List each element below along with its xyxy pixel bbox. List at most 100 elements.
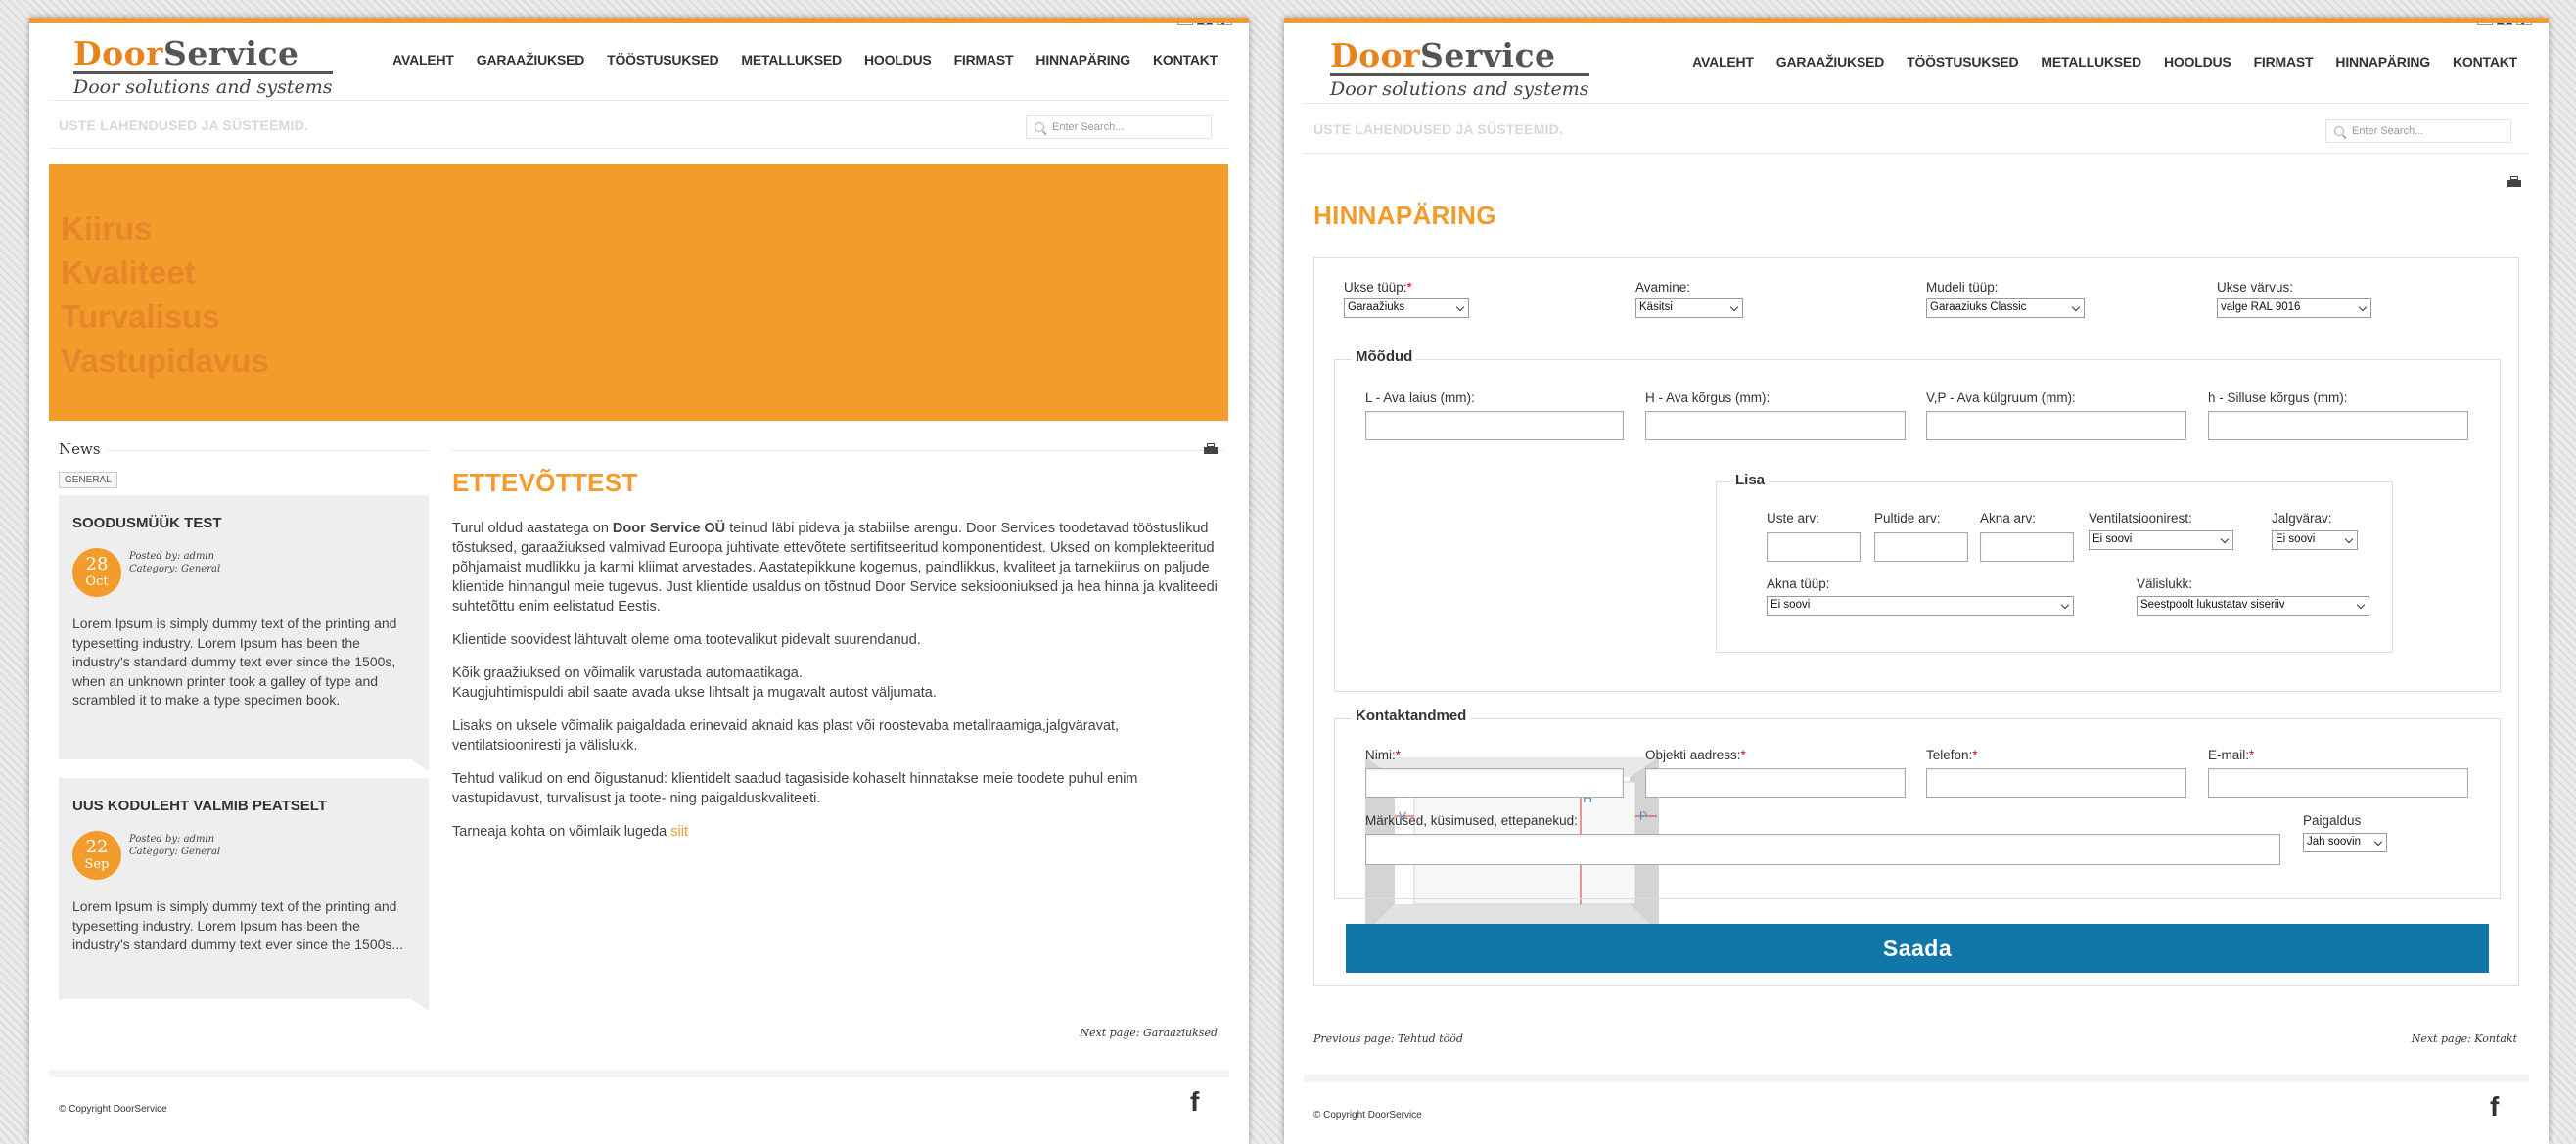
article-body: Turul oldud aastatega on Door Service OÜ… xyxy=(452,519,1223,855)
news-title[interactable]: SOODUSMÜÜK TEST xyxy=(72,515,222,531)
email-input[interactable] xyxy=(2208,768,2468,798)
printer-icon[interactable] xyxy=(2507,176,2521,188)
doors-count-label: Uste arv: xyxy=(1767,511,1820,526)
search-icon xyxy=(1035,122,1044,132)
previous-page-link[interactable]: Previous page: Tehtud tööd xyxy=(1313,1032,1463,1045)
date-badge: 22 Sep xyxy=(72,831,121,880)
nav-hooldus[interactable]: HOOLDUS xyxy=(864,52,932,68)
phone-input[interactable] xyxy=(1926,768,2186,798)
install-label: Paigaldus xyxy=(2303,813,2362,828)
width-input[interactable] xyxy=(1365,411,1624,440)
post-meta: Posted by: admin Category: General xyxy=(129,550,220,575)
article-paragraph: Turul oldud aastatega on Door Service OÜ… xyxy=(452,521,1218,615)
logo[interactable]: DoorService Door solutions and systems xyxy=(73,36,333,98)
delivery-link[interactable]: siit xyxy=(670,824,688,840)
lock-label: Välislukk: xyxy=(2137,576,2193,591)
name-input[interactable] xyxy=(1365,768,1624,798)
search-input[interactable]: Enter Search... xyxy=(1026,115,1212,139)
gate-label: Jalgvärav: xyxy=(2272,511,2332,526)
flag-en-icon[interactable] xyxy=(2497,23,2512,25)
notes-textarea[interactable] xyxy=(1365,834,2280,865)
contact-fieldset xyxy=(1334,718,2501,899)
submit-button[interactable]: Saada xyxy=(1346,924,2489,973)
name-label: Nimi:* xyxy=(1365,748,1402,762)
window-type-select[interactable]: Ei soovi xyxy=(1767,596,2074,616)
article-paragraph: Tarneaja kohta on võimlaik lugeda siit xyxy=(452,824,689,840)
nav-hooldus[interactable]: HOOLDUS xyxy=(2164,54,2231,69)
date-day: 28 xyxy=(85,554,109,574)
nav-toostusuksed[interactable]: TÖÖSTUSUKSED xyxy=(1907,54,2018,69)
next-page-link[interactable]: Next page: Garaaziuksed xyxy=(1080,1027,1218,1039)
lock-select[interactable]: Seestpoolt lukustatav siseriiv xyxy=(2137,596,2369,616)
nav-hinnaparing[interactable]: HINNAPÄRING xyxy=(1035,52,1130,68)
copyright: © Copyright DoorService xyxy=(1313,1110,1422,1121)
install-select[interactable]: Jah soovin xyxy=(2303,833,2387,852)
site-tagline: USTE LAHENDUSED JA SÜSTEEMID. xyxy=(1313,121,1563,137)
gate-select[interactable]: Ei soovi xyxy=(2272,530,2358,550)
article-paragraph: Kõik graažiuksed on võimalik varustada a… xyxy=(452,665,937,701)
window-type-label: Akna tüüp: xyxy=(1767,576,1830,591)
post-author: Posted by: admin xyxy=(129,834,215,845)
main-nav: AVALEHT GARAAŽIUKSED TÖÖSTUSUKSED METALL… xyxy=(1670,54,2517,69)
vent-select[interactable]: Ei soovi xyxy=(2089,530,2233,550)
article-paragraph: Lisaks on uksele võimalik paigaldada eri… xyxy=(452,718,1120,754)
nav-firmast[interactable]: FIRMAST xyxy=(954,52,1014,68)
nav-metalluksed[interactable]: METALLUKSED xyxy=(2041,54,2141,69)
nav-hinnaparing[interactable]: HINNAPÄRING xyxy=(2335,54,2430,69)
quote-form: Ukse tüüp:* Garaažiuks Avamine: Käsitsi … xyxy=(1313,257,2519,986)
height-input[interactable] xyxy=(1645,411,1906,440)
search-input[interactable]: Enter Search... xyxy=(2325,119,2511,143)
email-label: E-mail:* xyxy=(2208,748,2255,762)
post-author: Posted by: admin xyxy=(129,551,215,562)
date-badge: 28 Oct xyxy=(72,548,121,597)
windows-count-input[interactable] xyxy=(1980,532,2074,562)
printer-icon[interactable] xyxy=(1204,443,1218,455)
nav-avaleht[interactable]: AVALEHT xyxy=(392,52,454,68)
lintel-input[interactable] xyxy=(2208,411,2468,440)
nav-kontakt[interactable]: KONTAKT xyxy=(2453,54,2517,69)
banner-line: Vastupidavus xyxy=(61,343,269,379)
model-label: Mudeli tüüp: xyxy=(1926,280,1999,295)
door-type-label: Ukse tüüp:* xyxy=(1344,280,1412,295)
side-space-input[interactable] xyxy=(1926,411,2186,440)
flag-en-icon[interactable] xyxy=(1197,23,1213,25)
next-page-link[interactable]: Next page: Kontakt xyxy=(2412,1032,2517,1045)
main-nav: AVALEHT GARAAŽIUKSED TÖÖSTUSUKSED METALL… xyxy=(370,52,1218,68)
doors-count-input[interactable] xyxy=(1767,532,1861,562)
opening-select[interactable]: Käsitsi xyxy=(1635,298,1743,318)
copyright: © Copyright DoorService xyxy=(59,1104,167,1115)
logo-tagline: Door solutions and systems xyxy=(73,76,333,98)
language-switcher xyxy=(1177,23,1232,25)
flag-fi-icon[interactable] xyxy=(2516,23,2532,25)
logo[interactable]: DoorService Door solutions and systems xyxy=(1330,38,1589,100)
date-day: 22 xyxy=(85,837,109,857)
nav-garaaziuksed[interactable]: GARAAŽIUKSED xyxy=(1776,54,1885,69)
page-about: DoorService Door solutions and systems A… xyxy=(29,18,1249,1144)
measurements-legend: Mõõdud xyxy=(1352,348,1417,365)
nav-metalluksed[interactable]: METALLUKSED xyxy=(741,52,842,68)
color-select[interactable]: valge RAL 9016 xyxy=(2217,298,2371,318)
flag-ee-icon[interactable] xyxy=(2477,23,2493,25)
nav-toostusuksed[interactable]: TÖÖSTUSUKSED xyxy=(607,52,718,68)
article-paragraph: Tehtud valikud on end õigustanud: klient… xyxy=(452,771,1138,806)
logo-door: Door xyxy=(1330,36,1421,74)
facebook-icon[interactable]: f xyxy=(1190,1086,1199,1118)
remotes-count-input[interactable] xyxy=(1874,532,1968,562)
nav-firmast[interactable]: FIRMAST xyxy=(2254,54,2314,69)
height-label: H - Ava kõrgus (mm): xyxy=(1645,390,1771,405)
page-title: ETTEVÕTTEST xyxy=(452,468,638,497)
door-type-select[interactable]: Garaažiuks xyxy=(1344,298,1469,318)
nav-kontakt[interactable]: KONTAKT xyxy=(1153,52,1218,68)
flag-fi-icon[interactable] xyxy=(1217,23,1232,25)
flag-ee-icon[interactable] xyxy=(1177,23,1193,25)
search-placeholder: Enter Search... xyxy=(1052,121,1125,133)
model-select[interactable]: Garaaziuks Classic xyxy=(1926,298,2085,318)
address-input[interactable] xyxy=(1645,768,1906,798)
nav-garaaziuksed[interactable]: GARAAŽIUKSED xyxy=(477,52,585,68)
nav-avaleht[interactable]: AVALEHT xyxy=(1692,54,1754,69)
address-label: Objekti aadress:* xyxy=(1645,748,1746,762)
category-tag[interactable]: GENERAL xyxy=(59,472,117,488)
news-excerpt: Lorem Ipsum is simply dummy text of the … xyxy=(72,898,404,952)
facebook-icon[interactable]: f xyxy=(2490,1091,2499,1122)
news-title[interactable]: UUS KODULEHT VALMIB PEATSELT xyxy=(72,798,327,814)
